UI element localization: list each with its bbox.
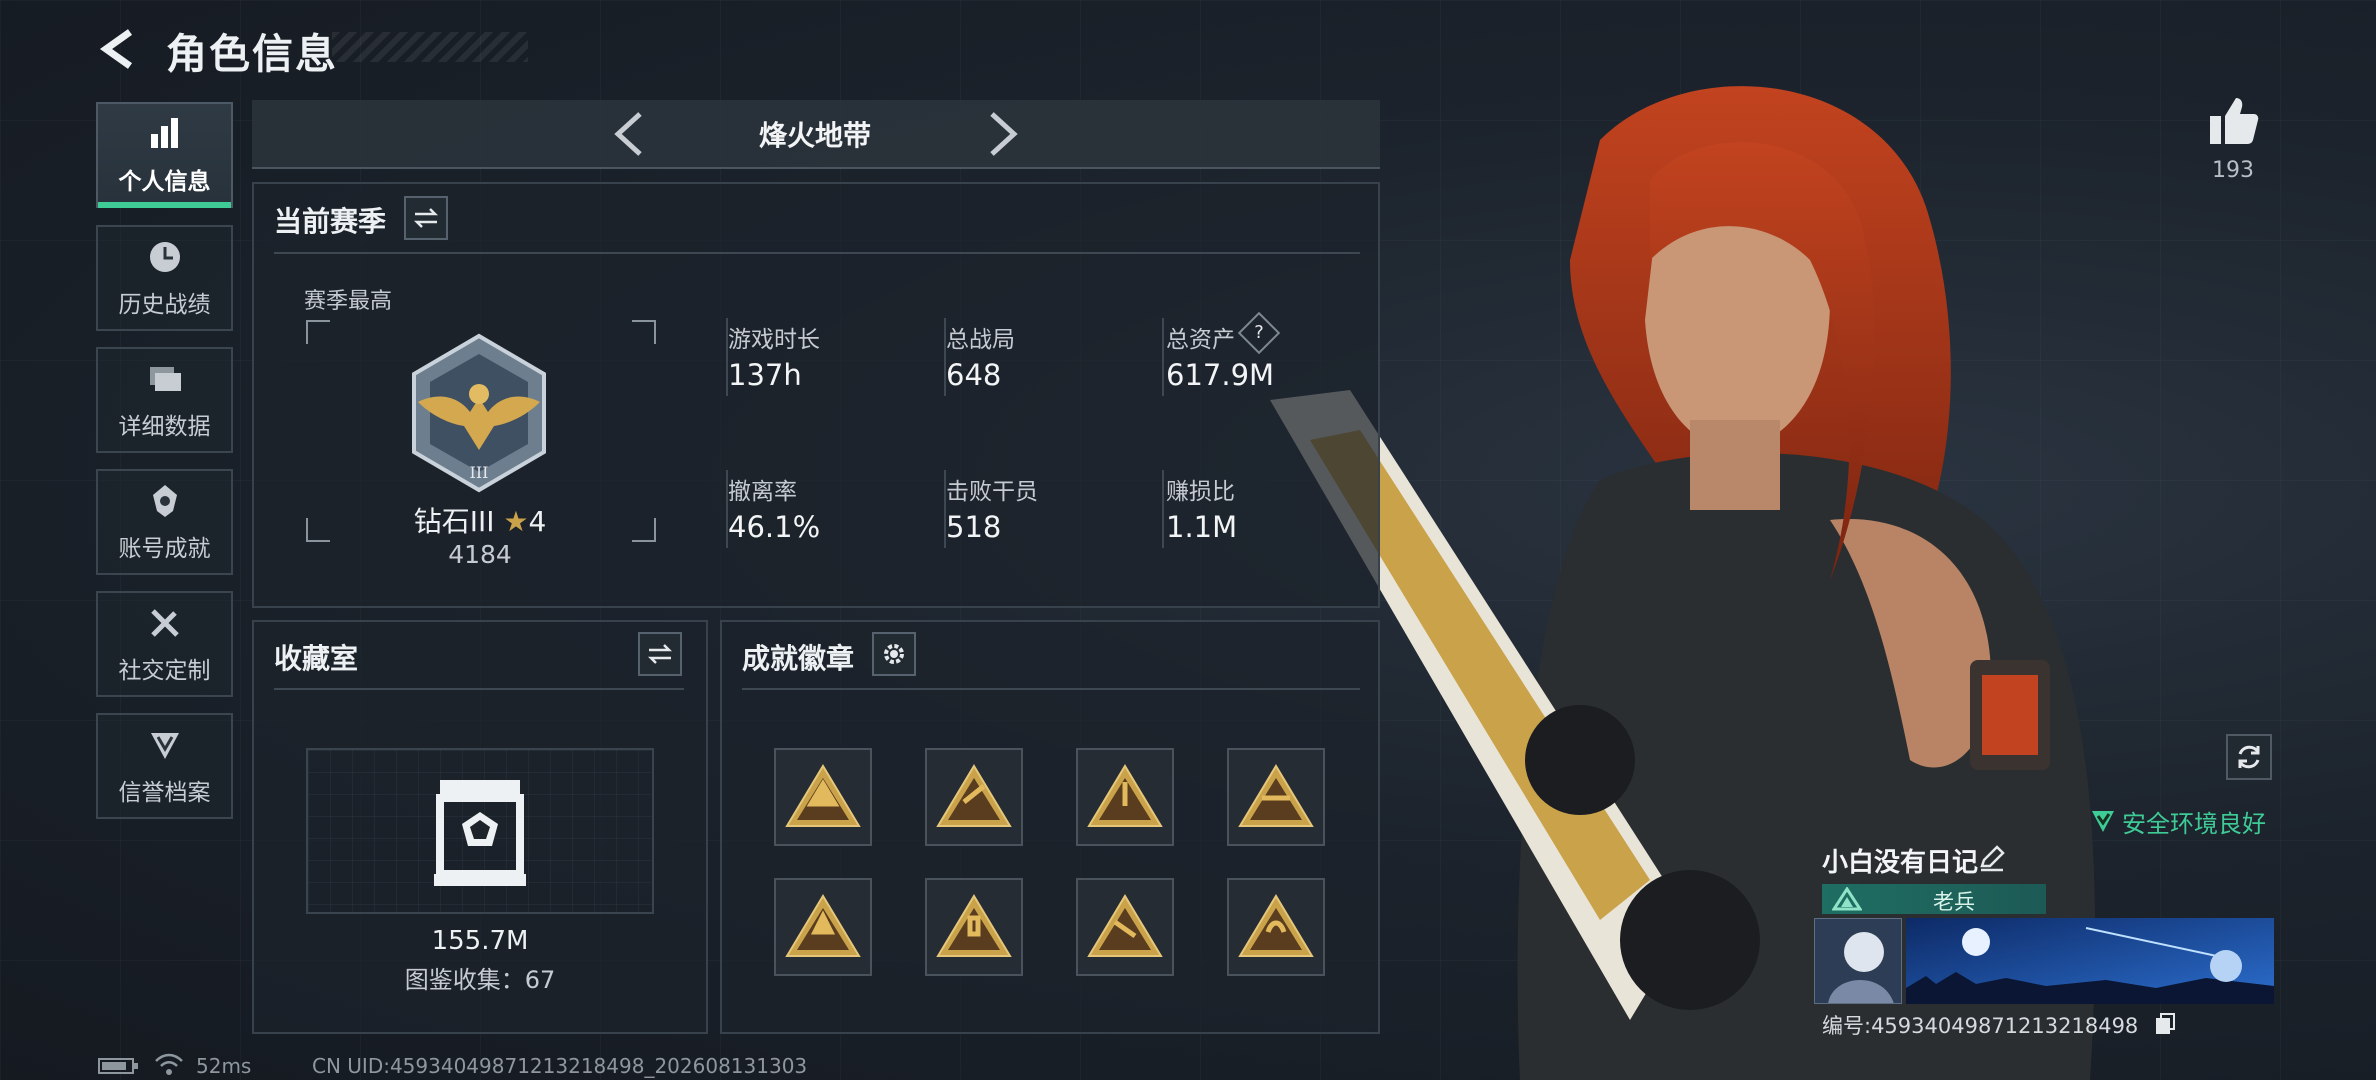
veteran-tag-icon: [1832, 887, 1862, 911]
nav-label: 历史战绩: [118, 292, 211, 318]
stat-label-total-matches: 总战局: [946, 327, 1015, 353]
achievement-icon: [152, 485, 177, 517]
folders-icon: [149, 367, 181, 391]
nav-item-credibility[interactable]: 信誉档案: [96, 713, 233, 819]
page-title: 角色信息: [166, 30, 338, 78]
stat-value-operators-defeated: 518: [946, 510, 1002, 544]
season-best-label: 赛季最高: [304, 289, 393, 314]
badge-emblem-icon: [1238, 764, 1314, 827]
player-id: 编号:459340498712132184​98: [1822, 1014, 2139, 1038]
rank-line: 钻石III ★4: [306, 500, 654, 540]
stat-value-profit-loss-ratio: 1.1M: [1166, 510, 1238, 544]
frame-corner: [632, 320, 656, 344]
badge-emblem-icon: [936, 764, 1012, 827]
badges-title: 成就徽章: [742, 642, 855, 675]
stat-value-total-assets: 617.9M: [1166, 358, 1275, 392]
nav-item-detailed-data[interactable]: 详细数据: [96, 347, 233, 453]
bar-chart-icon: [150, 118, 178, 148]
rank-score: 4184: [448, 540, 512, 569]
achievement-badge[interactable]: [774, 878, 872, 976]
nav-label: 社交定制: [118, 658, 211, 684]
badge-emblem-icon: [1087, 894, 1163, 957]
svg-text:III: III: [470, 463, 489, 482]
badge-emblem-icon: [785, 764, 861, 827]
rank-tag-label: 老兵: [1933, 890, 1975, 914]
stat-tick: [1162, 318, 1164, 396]
history-clock-icon: [149, 242, 180, 272]
help-mark: ?: [1254, 322, 1264, 343]
badge-emblem-icon: [785, 894, 861, 957]
divider: [742, 688, 1360, 690]
profile-banner: [1906, 918, 2274, 1004]
achievement-badge[interactable]: [925, 748, 1023, 846]
next-mode-arrow-icon[interactable]: [986, 110, 1020, 158]
swap-arrows-icon: [647, 644, 673, 664]
uid-text: CN UID:459340498712132184​98_20260813130…: [312, 1054, 808, 1078]
nav-item-account-achievements[interactable]: 账号成就: [96, 469, 233, 575]
wifi-icon: [155, 1053, 183, 1075]
achievement-badge[interactable]: [925, 878, 1023, 976]
divider: [274, 252, 1360, 254]
stat-label-operators-defeated: 击败干员: [946, 479, 1038, 505]
frame-corner: [306, 320, 330, 344]
nav-label: 个人信息: [118, 169, 211, 195]
star-icon: ★: [503, 505, 529, 538]
rank-name: 钻石III: [413, 505, 495, 538]
like-count: 193: [2212, 158, 2254, 183]
collection-title: 收藏室: [274, 642, 359, 675]
achievement-badge[interactable]: [1076, 748, 1174, 846]
badges-settings-button[interactable]: [872, 632, 916, 676]
back-arrow-icon[interactable]: [96, 26, 142, 72]
ping: 52ms: [196, 1054, 252, 1078]
stat-tick: [1162, 470, 1164, 548]
player-nickname: 小白没有日记: [1822, 848, 1979, 878]
season-switch-button[interactable]: [404, 196, 448, 240]
stat-label-profit-loss-ratio: 赚损比: [1166, 479, 1235, 505]
edit-pencil-icon[interactable]: [1978, 844, 2006, 872]
stat-label-playtime: 游戏时长: [728, 327, 820, 353]
gear-icon: [884, 644, 904, 664]
collection-value: 155.7M: [431, 926, 529, 956]
security-status: 安全环境良好: [2122, 810, 2266, 838]
nav-item-history[interactable]: 历史战绩: [96, 225, 233, 331]
refresh-button[interactable]: [2226, 734, 2272, 780]
stat-label-extraction-rate: 撤离率: [728, 479, 797, 505]
prev-mode-arrow-icon[interactable]: [612, 110, 646, 158]
badge-emblem-icon: [1087, 764, 1163, 827]
thumbs-up-icon[interactable]: [2206, 94, 2260, 148]
badge-emblem-icon: [1238, 894, 1314, 957]
collection-switch-button[interactable]: [638, 632, 682, 676]
collection-count: 图鉴收集：67: [404, 966, 556, 994]
battery-icon: [98, 1058, 138, 1074]
achievement-badge[interactable]: [1227, 878, 1325, 976]
copy-icon[interactable]: [2154, 1012, 2176, 1036]
rank-stars: 4: [528, 505, 547, 538]
avatar[interactable]: [1814, 918, 1902, 1004]
stat-value-total-matches: 648: [946, 358, 1002, 392]
nav-label: 账号成就: [118, 536, 211, 562]
achievement-badge[interactable]: [1076, 878, 1174, 976]
mode-name: 烽火地带: [758, 119, 871, 152]
refresh-icon: [2238, 745, 2260, 769]
display-case-icon: [434, 780, 526, 886]
swap-arrows-icon: [413, 208, 439, 228]
divider: [274, 688, 684, 690]
tools-icon: [150, 609, 179, 637]
badge-emblem-icon: [936, 894, 1012, 957]
nav-item-personal-info[interactable]: 个人信息: [96, 102, 233, 208]
nav-label: 信誉档案: [118, 780, 211, 806]
stat-label-total-assets: 总资产: [1166, 327, 1235, 353]
achievement-badge[interactable]: [1227, 748, 1325, 846]
nav-label: 详细数据: [118, 414, 211, 440]
credibility-icon: [150, 733, 179, 759]
stat-value-playtime: 137h: [728, 358, 802, 392]
stat-value-extraction-rate: 46.1%: [728, 510, 821, 544]
nav-item-social-customize[interactable]: 社交定制: [96, 591, 233, 697]
season-title: 当前赛季: [274, 205, 387, 238]
title-decoration: [332, 32, 528, 62]
achievement-badge[interactable]: [774, 748, 872, 846]
rank-emblem-icon: III: [412, 333, 546, 493]
shield-check-icon: [2092, 811, 2114, 832]
